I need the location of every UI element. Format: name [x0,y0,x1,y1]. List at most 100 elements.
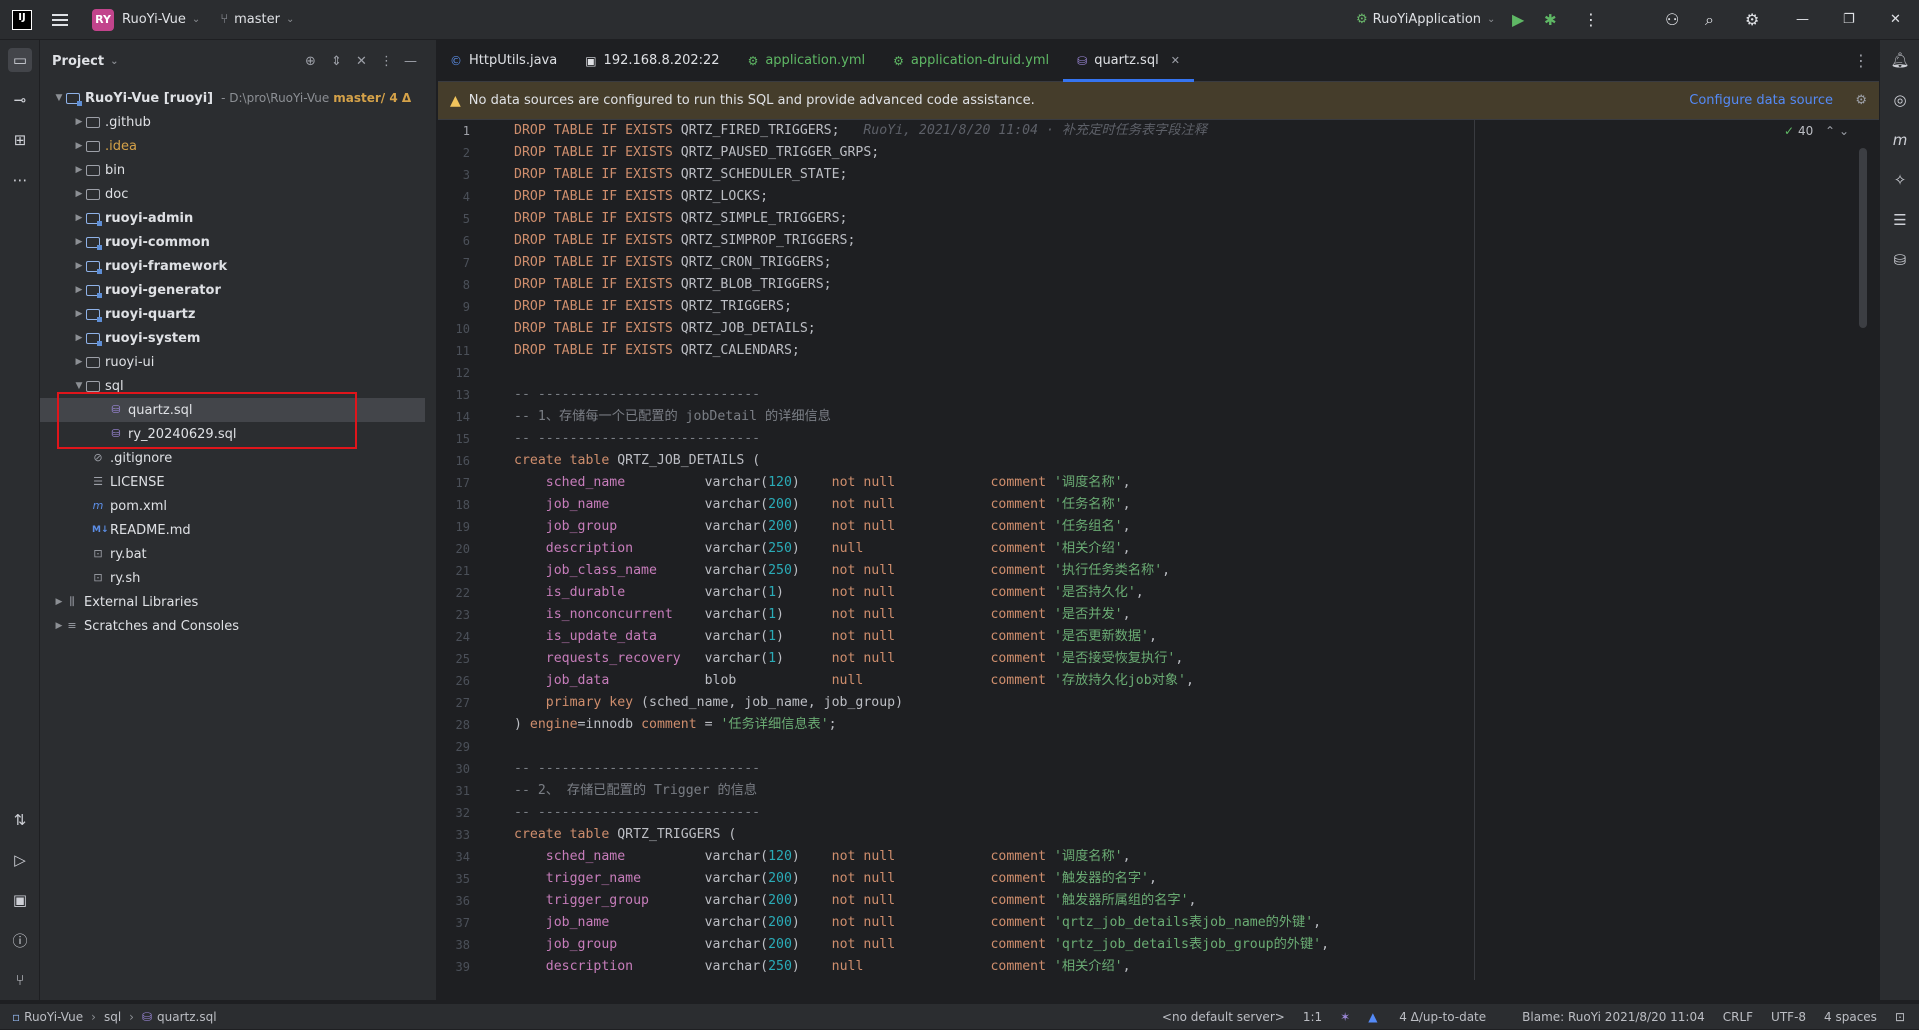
breadcrumb-project[interactable]: RuoYi-Vue [24,1010,83,1024]
tree-item[interactable]: ⊡ ry.bat [40,542,437,566]
debug-icon[interactable]: ✱ [1544,0,1557,40]
inspection-widget[interactable]: ✓ 40 ⌃ ⌄ [1784,124,1849,138]
code-line[interactable]: description varchar(250) null comment '相… [514,538,1131,560]
code-line[interactable]: -- ---------------------------- [514,802,760,824]
search-icon[interactable]: ⌕ [1705,0,1714,40]
commit-tool-icon[interactable]: ⊸ [8,88,32,112]
code-line[interactable]: job_group varchar(200) not null comment … [514,516,1131,538]
tab-httputils[interactable]: © HttpUtils.java [438,40,571,82]
services-icon[interactable]: ▷ [8,848,32,872]
tree-item[interactable]: ▶ ruoyi-framework [40,254,437,278]
settings-icon[interactable]: ⚙ [1855,93,1867,108]
code-line[interactable]: -- ---------------------------- [514,758,760,780]
tree-item[interactable]: ☰ LICENSE [40,470,437,494]
ai-status-icon[interactable]: ✶ [1340,1010,1350,1024]
code-line[interactable]: trigger_name varchar(200) not null comme… [514,868,1157,890]
tree-item[interactable]: ▶ ruoyi-system [40,326,437,350]
problems-icon[interactable]: ⓘ [8,928,32,952]
project-tool-icon[interactable]: ▭ [8,48,32,72]
more-options-icon[interactable]: ⋮ [1583,0,1599,40]
project-switcher[interactable]: RuoYi-Vue ⌄ [122,0,200,40]
scrollbar-thumb[interactable] [1859,148,1867,328]
code-line[interactable]: ) engine=innodb comment = '任务详细信息表'; [514,714,837,736]
code-line[interactable]: job_class_name varchar(250) not null com… [514,560,1170,582]
indent-setting[interactable]: 4 spaces [1824,1010,1877,1024]
plugin-icon[interactable]: ✧ [1888,168,1912,192]
main-menu-icon[interactable] [52,12,68,28]
close-icon[interactable]: ✕ [1890,0,1901,40]
code-line[interactable]: create table QRTZ_JOB_DETAILS ( [514,450,760,472]
code-line[interactable]: primary key (sched_name, job_name, job_g… [514,692,903,714]
tab-ssh[interactable]: ▣ 192.168.8.202:22 [571,40,733,82]
tree-item[interactable]: ▶ .github [40,110,437,134]
tree-item[interactable]: ▼ sql [40,374,437,398]
git-icon[interactable]: ⑂ [8,968,32,992]
code-line[interactable]: job_name varchar(200) not null comment '… [514,494,1131,516]
line-separator[interactable]: CRLF [1723,1010,1753,1024]
code-line[interactable]: description varchar(250) null comment '相… [514,956,1131,978]
tree-item[interactable]: ▶ ⫼ External Libraries [40,590,437,614]
code-line[interactable]: DROP TABLE IF EXISTS QRTZ_SIMPLE_TRIGGER… [514,208,847,230]
code-line[interactable]: DROP TABLE IF EXISTS QRTZ_CRON_TRIGGERS; [514,252,832,274]
code-line[interactable]: DROP TABLE IF EXISTS QRTZ_PAUSED_TRIGGER… [514,142,879,164]
tree-item[interactable]: ▶ ≡ Scratches and Consoles [40,614,437,638]
code-line[interactable]: is_update_data varchar(1) not null comme… [514,626,1157,648]
code-line[interactable]: -- 1、存储每一个已配置的 jobDetail 的详细信息 [514,406,831,428]
tree-item[interactable]: ▶ ruoyi-common [40,230,437,254]
code-line[interactable]: DROP TABLE IF EXISTS QRTZ_LOCKS; [514,186,768,208]
code-line[interactable]: DROP TABLE IF EXISTS QRTZ_SCHEDULER_STAT… [514,164,847,186]
file-encoding[interactable]: UTF-8 [1771,1010,1806,1024]
structure-tool-icon[interactable]: ⊞ [8,128,32,152]
tree-item[interactable]: ▶ ruoyi-admin [40,206,437,230]
code-line[interactable]: job_group varchar(200) not null comment … [514,934,1329,956]
minimize-icon[interactable]: — [1796,0,1809,40]
tree-item[interactable]: M↓ README.md [40,518,437,542]
branch-switcher[interactable]: ⑂ master ⌄ [220,0,294,40]
code-line[interactable]: -- ---------------------------- [514,384,760,406]
code-line[interactable]: job_name varchar(200) not null comment '… [514,912,1321,934]
run-icon[interactable]: ▶ [1512,0,1524,40]
tab-quartz-sql[interactable]: ⛁ quartz.sql ✕ [1063,40,1194,82]
code-line[interactable]: DROP TABLE IF EXISTS QRTZ_SIMPROP_TRIGGE… [514,230,855,252]
tab-options-icon[interactable]: ⋮ [1853,51,1869,70]
default-server-selector[interactable]: <no default server> [1162,1010,1285,1024]
more-tools-icon[interactable]: ⋯ [8,168,32,192]
code-line[interactable]: DROP TABLE IF EXISTS QRTZ_CALENDARS; [514,340,800,362]
ai-assistant-icon[interactable]: ◎ [1888,88,1912,112]
code-line[interactable]: -- 2、 存储已配置的 Trigger 的信息 [514,780,757,802]
add-user-icon[interactable]: ⚇ [1665,0,1679,40]
code-line[interactable]: sched_name varchar(120) not null comment… [514,472,1131,494]
hide-panel-icon[interactable]: — [404,54,417,69]
tab-application-yml[interactable]: ⚙ application.yml [734,40,880,82]
breadcrumb-folder[interactable]: sql [104,1010,121,1024]
code-line[interactable]: DROP TABLE IF EXISTS QRTZ_JOB_DETAILS; [514,318,816,340]
chevron-down-icon[interactable]: ⌄ [1839,124,1849,138]
code-line[interactable]: DROP TABLE IF EXISTS QRTZ_FIRED_TRIGGERS… [514,120,1207,142]
options-icon[interactable]: ⋮ [380,54,393,69]
tree-item[interactable]: ▶ ruoyi-quartz [40,302,437,326]
code-line[interactable]: sched_name varchar(120) not null comment… [514,846,1131,868]
terminal-icon[interactable]: ▣ [8,888,32,912]
database-icon[interactable]: ⛁ [1888,248,1912,272]
tree-item-selected[interactable]: ⛁ quartz.sql [40,398,425,422]
code-line[interactable]: is_nonconcurrent varchar(1) not null com… [514,604,1131,626]
project-panel-header[interactable]: Project ⌄ ⊕ ⇕ ✕ ⋮ — [40,40,436,82]
tab-application-druid-yml[interactable]: ⚙ application-druid.yml [879,40,1063,82]
configure-data-source-link[interactable]: Configure data source [1689,93,1833,108]
breadcrumb-file[interactable]: quartz.sql [157,1010,217,1024]
expand-all-icon[interactable]: ⇕ [331,54,342,69]
restore-icon[interactable]: ❐ [1843,0,1855,40]
code-line[interactable]: DROP TABLE IF EXISTS QRTZ_TRIGGERS; [514,296,792,318]
code-line[interactable]: create table QRTZ_TRIGGERS ( [514,824,736,846]
read-only-lock-icon[interactable]: ⊡ [1895,1010,1905,1024]
maven-icon[interactable]: m [1888,128,1912,152]
tree-item[interactable]: ⛁ ry_20240629.sql [40,422,437,446]
tree-item[interactable]: ▶ ruoyi-ui [40,350,437,374]
code-line[interactable]: DROP TABLE IF EXISTS QRTZ_BLOB_TRIGGERS; [514,274,832,296]
code-editor[interactable]: 1 2 3 4 5 6 7 8 9 10 11 12 13 14 15 16 1… [438,120,1879,980]
cursor-position[interactable]: 1:1 [1303,1010,1322,1024]
code-line[interactable]: is_durable varchar(1) not null comment '… [514,582,1144,604]
code-line[interactable]: job_data blob null comment '存放持久化job对象', [514,670,1194,692]
tree-item[interactable]: ▶ ruoyi-generator [40,278,437,302]
tree-root[interactable]: ▼ RuoYi-Vue [ruoyi] - D:\pro\RuoYi-Vue mast… [40,86,437,110]
